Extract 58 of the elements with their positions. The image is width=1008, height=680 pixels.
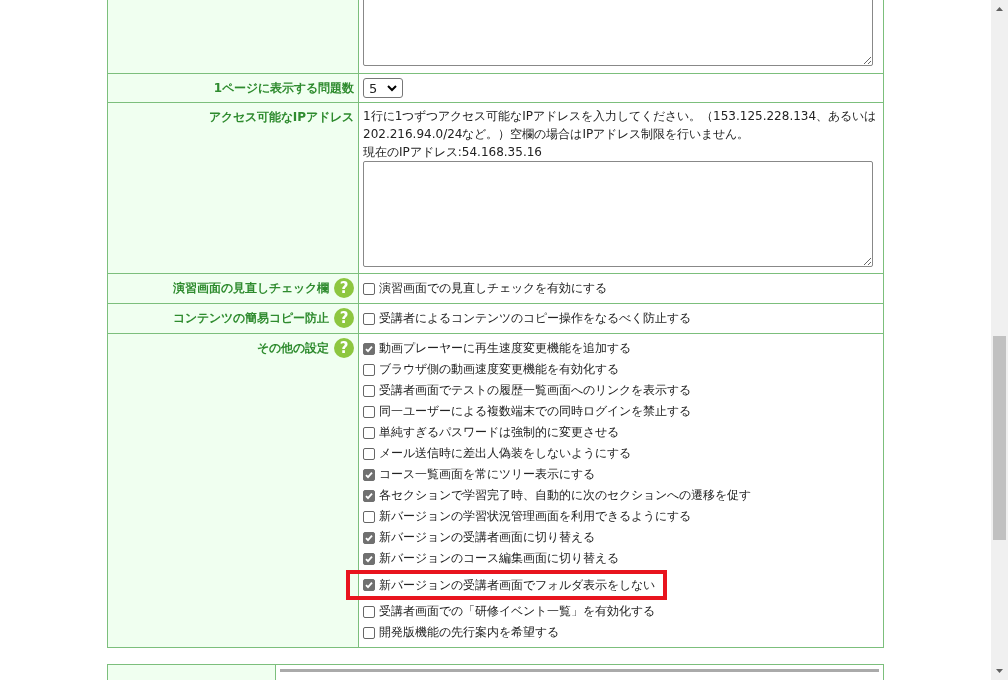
setting-label: アクセス可能なIPアドレス xyxy=(208,110,354,124)
checkbox[interactable] xyxy=(363,282,375,295)
checkbox-option[interactable]: 受講者画面での「研修イベント一覧」を有効化する xyxy=(363,601,879,622)
option-label: ブラウザ側の動画速度変更機能を有効化する xyxy=(379,361,619,378)
checkbox[interactable] xyxy=(363,626,375,639)
option-label: 新バージョンの学習状況管理画面を利用できるようにする xyxy=(379,508,691,525)
option-label: 新バージョンの受講者画面に切り替える xyxy=(379,529,595,546)
checkbox[interactable] xyxy=(363,605,375,618)
checkbox[interactable] xyxy=(363,531,375,544)
checkbox[interactable] xyxy=(363,384,375,397)
checkbox-option[interactable]: 各セクションで学習完了時、自動的に次のセクションへの遷移を促す xyxy=(363,485,879,506)
setting-label: コンテンツの簡易コピー防止 xyxy=(172,311,329,325)
checkbox-option[interactable]: 同一ユーザーによる複数端末での同時ログインを禁止する xyxy=(363,401,879,422)
ip-instructions: 1行に1つずつアクセス可能なIPアドレスを入力してください。（153.125.228.134、あるいは202.216.94.0/24など。）空欄の場合はIPアドレス制限を行いません。 xyxy=(363,108,878,143)
option-label: 受講者画面での「研修イベント一覧」を有効化する xyxy=(379,603,655,620)
checkbox[interactable] xyxy=(363,312,375,325)
checkbox-option[interactable]: 単純すぎるパスワードは強制的に変更させる xyxy=(363,422,879,443)
checkbox[interactable] xyxy=(363,579,375,591)
checkbox-option[interactable]: 動画プレーヤーに再生速度変更機能を追加する xyxy=(363,338,879,359)
checkbox[interactable] xyxy=(363,405,375,418)
checkbox-option[interactable]: メール送信時に差出人偽装をしないようにする xyxy=(363,443,879,464)
checkbox-option[interactable]: 新バージョンの受講者画面に切り替える xyxy=(363,527,879,548)
checkbox[interactable] xyxy=(363,447,375,460)
checkbox-option[interactable]: ブラウザ側の動画速度変更機能を有効化する xyxy=(363,359,879,380)
input-field[interactable] xyxy=(280,669,879,672)
option-label: 受講者画面でテストの履歴一覧画面へのリンクを表示する xyxy=(379,382,691,399)
option-label: 動画プレーヤーに再生速度変更機能を追加する xyxy=(379,340,631,357)
setting-label: 演習画面の見直しチェック欄 xyxy=(172,281,329,295)
checkbox[interactable] xyxy=(363,342,375,355)
setting-label: 1ページに表示する問題数 xyxy=(213,81,354,95)
setting-label: その他の設定 xyxy=(256,341,329,355)
checkbox-option[interactable]: 新バージョンの学習状況管理画面を利用できるようにする xyxy=(363,506,879,527)
option-label: コース一覧画面を常にツリー表示にする xyxy=(379,466,595,483)
option-label: 受講者によるコンテンツのコピー操作をなるべく防止する xyxy=(379,310,691,327)
checkbox[interactable] xyxy=(363,363,375,376)
checkbox-option[interactable]: 受講者画面でテストの履歴一覧画面へのリンクを表示する xyxy=(363,380,879,401)
option-label: 単純すぎるパスワードは強制的に変更させる xyxy=(379,424,619,441)
checkbox-option[interactable]: 新バージョンのコース編集画面に切り替える xyxy=(363,548,879,569)
current-ip: 現在のIPアドレス:54.168.35.16 xyxy=(363,144,543,161)
option-label: 同一ユーザーによる複数端末での同時ログインを禁止する xyxy=(379,403,691,420)
option-label: 新バージョンのコース編集画面に切り替える xyxy=(379,550,619,567)
count-select[interactable]: 5 xyxy=(363,78,404,98)
ip-address-field[interactable] xyxy=(363,161,873,267)
checkbox[interactable] xyxy=(363,552,375,565)
checkbox[interactable] xyxy=(363,426,375,439)
checkbox-option[interactable]: コース一覧画面を常にツリー表示にする xyxy=(363,464,879,485)
option-label: 演習画面での見直しチェックを有効にする xyxy=(379,280,607,297)
option-label: メール送信時に差出人偽装をしないようにする xyxy=(379,445,631,462)
caret-icon xyxy=(387,84,398,92)
option-label: 開発版機能の先行案内を希望する xyxy=(379,624,559,641)
checkbox-option[interactable]: 開発版機能の先行案内を希望する xyxy=(363,622,879,643)
option-label: 各セクションで学習完了時、自動的に次のセクションへの遷移を促す xyxy=(379,487,751,504)
scroll-thumb[interactable] xyxy=(993,336,1006,540)
option-label: 新バージョンの受講者画面でフォルダ表示をしない xyxy=(379,576,655,594)
checkbox[interactable] xyxy=(363,489,375,502)
scrollbar[interactable] xyxy=(991,0,1008,680)
checkbox[interactable] xyxy=(363,510,375,523)
checkbox[interactable] xyxy=(363,468,375,481)
